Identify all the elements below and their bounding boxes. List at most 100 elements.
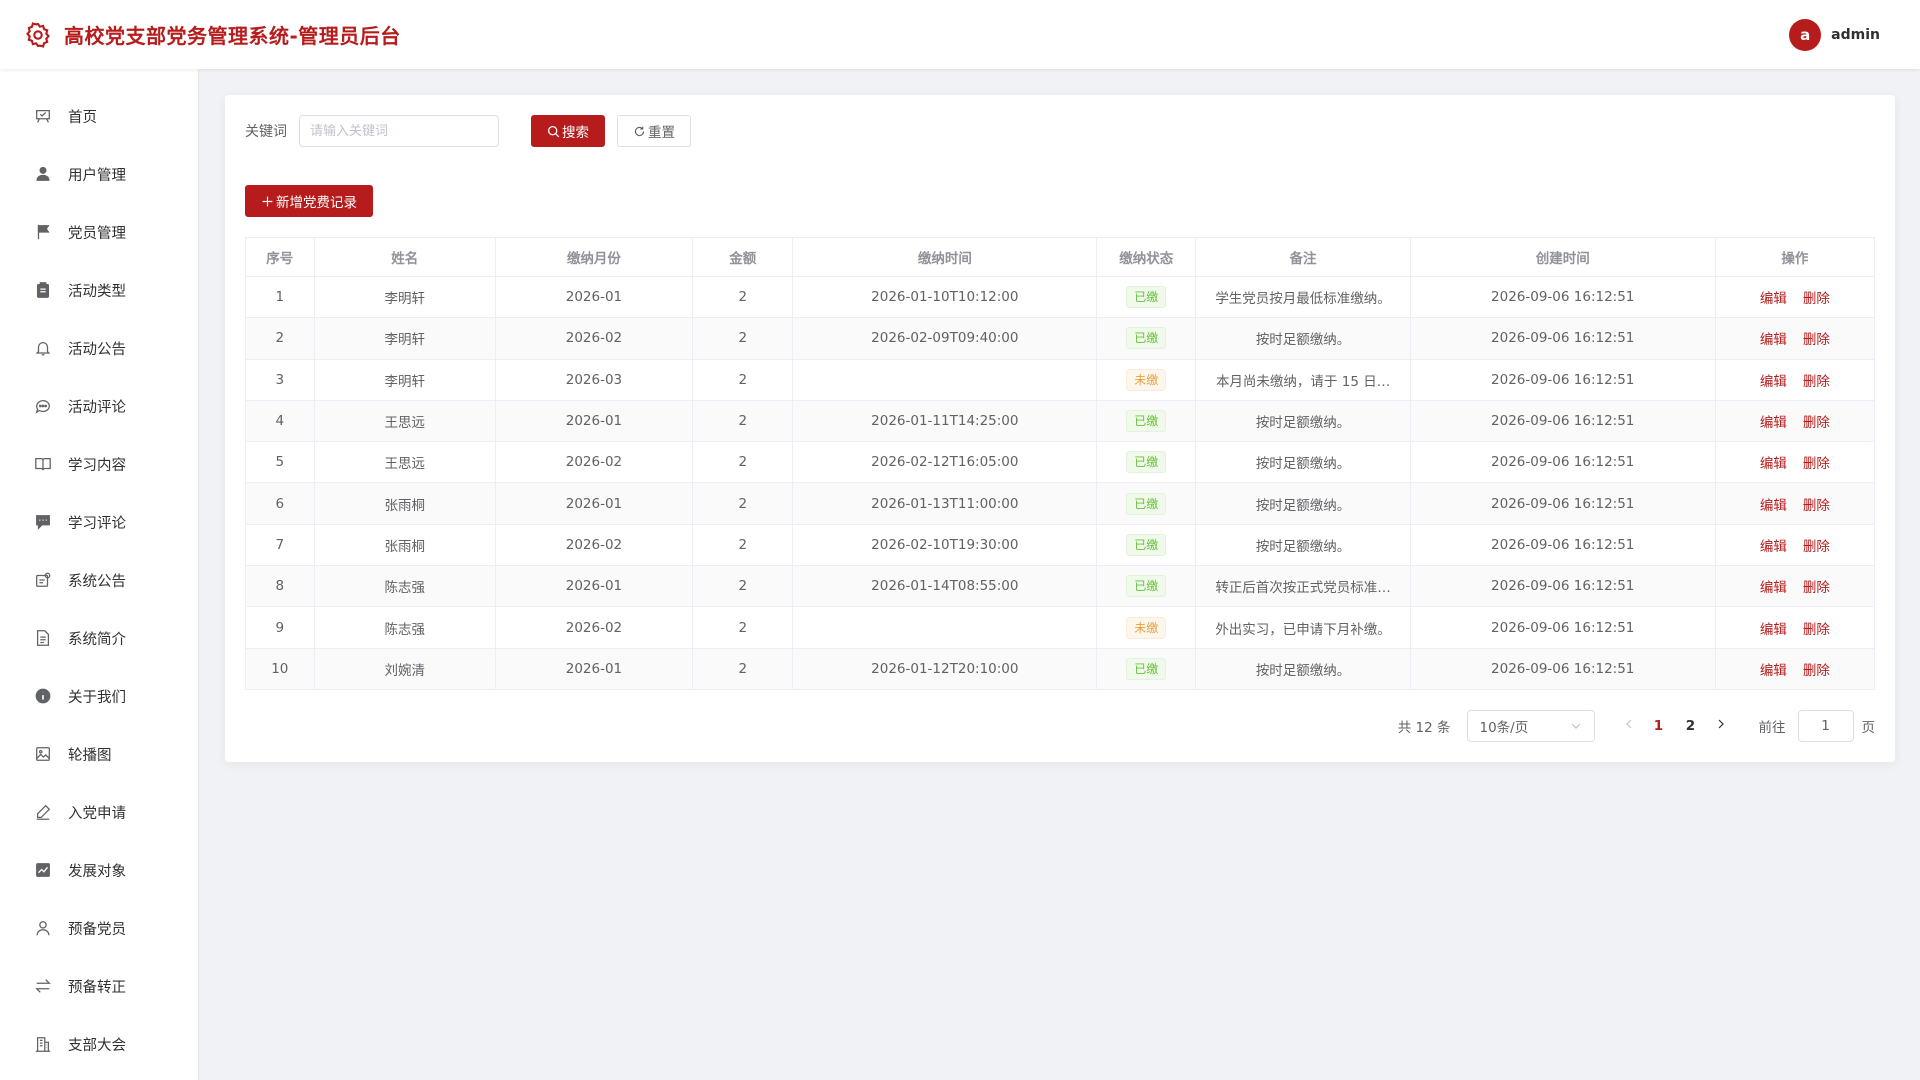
sidebar-item-label: 学习评论: [68, 515, 126, 532]
edit-button[interactable]: 编辑: [1760, 580, 1787, 596]
sidebar-item-15[interactable]: 预备党员: [0, 899, 198, 957]
sidebar-item-8[interactable]: 学习评论: [0, 493, 198, 551]
delete-button[interactable]: 删除: [1803, 291, 1830, 307]
picture-icon: [36, 747, 50, 761]
cell-actions: 编辑 删除: [1714, 441, 1876, 484]
page-size-value: 10条/页: [1479, 720, 1529, 736]
avatar[interactable]: a: [1789, 19, 1822, 51]
sidebar: 首页用户管理 党员管理活动类型活动公告活动评论学习内容学习评论系统公告 系统简介 关于…: [0, 69, 199, 1080]
edit-button[interactable]: 编辑: [1760, 539, 1787, 555]
sidebar-item-14[interactable]: 发展对象: [0, 841, 198, 899]
edit-button[interactable]: 编辑: [1760, 456, 1787, 472]
book-icon: [35, 457, 51, 471]
cell-no: 7: [245, 523, 315, 567]
sidebar-item-2[interactable]: 用户管理: [0, 145, 198, 203]
cell-name: 王思远: [313, 441, 496, 484]
add-dues-record-button[interactable]: 新增党费记录: [245, 185, 373, 217]
cell-status: 已缴: [1096, 441, 1197, 484]
page-number-2[interactable]: 2: [1675, 718, 1707, 734]
user-menu[interactable]: a admin: [1789, 19, 1880, 51]
cell-name: 李明轩: [313, 275, 496, 319]
add-button-label: 新增党费记录: [276, 195, 357, 211]
cell-name: 李明轩: [313, 317, 496, 360]
delete-button[interactable]: 删除: [1803, 622, 1830, 638]
table-row: 7 张雨桐 2026-02 2 2026-02-10T19:30:00 已缴 按时足额缴纳。…: [245, 523, 1876, 567]
page-number-1[interactable]: 1: [1643, 718, 1675, 734]
edit-button[interactable]: 编辑: [1760, 498, 1787, 514]
delete-button[interactable]: 删除: [1803, 539, 1830, 555]
main-card: 关键词 搜索 重置 新增党费记录 序号姓名缴纳月份金额缴纳时间缴纳状态备注创建时…: [225, 95, 1895, 762]
delete-button[interactable]: 删除: [1803, 415, 1830, 431]
edit-button[interactable]: 编辑: [1760, 622, 1787, 638]
cell-remark: 按时足额缴纳。: [1195, 441, 1411, 484]
notice-icon: [36, 572, 51, 587]
cell-status: 已缴: [1096, 565, 1197, 608]
prev-page-button[interactable]: [1615, 718, 1643, 734]
sidebar-item-label: 活动类型: [68, 283, 126, 300]
trend-icon: [36, 863, 50, 877]
column-header: 序号: [245, 237, 315, 277]
keyword-input[interactable]: [299, 115, 499, 147]
cell-created: 2026-09-06 16:12:51: [1409, 358, 1716, 401]
edit-button[interactable]: 编辑: [1760, 332, 1787, 348]
cell-remark: 外出实习，已申请下月补缴。: [1195, 606, 1411, 649]
sidebar-item-label: 活动评论: [68, 399, 126, 416]
sidebar-item-label: 首页: [68, 109, 97, 126]
sidebar-item-9[interactable]: 系统公告: [0, 551, 198, 609]
sidebar-item-7[interactable]: 学习内容: [0, 435, 198, 493]
status-badge: 未缴: [1126, 368, 1167, 391]
delete-button[interactable]: 删除: [1803, 663, 1830, 679]
status-badge: 已缴: [1126, 286, 1167, 309]
sidebar-item-label: 学习内容: [68, 457, 126, 474]
delete-button[interactable]: 删除: [1803, 580, 1830, 596]
cell-name: 陈志强: [313, 565, 496, 608]
sidebar-item-13[interactable]: 入党申请: [0, 783, 198, 841]
delete-button[interactable]: 删除: [1803, 456, 1830, 472]
cell-status: 未缴: [1096, 606, 1197, 649]
sidebar-item-10[interactable]: 系统简介: [0, 609, 198, 667]
delete-button[interactable]: 删除: [1803, 332, 1830, 348]
column-header: 缴纳状态: [1096, 237, 1197, 277]
home-icon: [36, 109, 50, 123]
search-button[interactable]: 搜索: [531, 115, 605, 147]
edit-button[interactable]: 编辑: [1760, 415, 1787, 431]
cell-amount: 2: [692, 482, 794, 525]
delete-button[interactable]: 删除: [1803, 374, 1830, 390]
cell-created: 2026-09-06 16:12:51: [1409, 317, 1716, 360]
cell-created: 2026-09-06 16:12:51: [1409, 565, 1716, 608]
page-suffix: 页: [1861, 720, 1876, 736]
keyword-label: 关键词: [245, 124, 287, 140]
cell-amount: 2: [692, 606, 794, 649]
sidebar-item-3[interactable]: 党员管理: [0, 203, 198, 261]
delete-button[interactable]: 删除: [1803, 498, 1830, 514]
sidebar-item-1[interactable]: 首页: [0, 87, 198, 145]
next-page-button[interactable]: [1707, 718, 1735, 734]
sidebar-item-12[interactable]: 轮播图: [0, 725, 198, 783]
goto-label: 前往: [1758, 720, 1786, 736]
edit-button[interactable]: 编辑: [1760, 374, 1787, 390]
sidebar-item-4[interactable]: 活动类型: [0, 261, 198, 319]
edit-button[interactable]: 编辑: [1760, 663, 1787, 679]
status-badge: 已缴: [1126, 492, 1167, 515]
table-row: 6 张雨桐 2026-01 2 2026-01-13T11:00:00 已缴 按时足额缴纳。…: [245, 482, 1876, 525]
chevron-right-icon: [1718, 719, 1724, 729]
sidebar-item-5[interactable]: 活动公告: [0, 319, 198, 377]
sidebar-item-16[interactable]: 预备转正: [0, 957, 198, 1015]
document-icon: [36, 630, 50, 646]
username[interactable]: admin: [1831, 27, 1880, 43]
bell-icon: [35, 341, 51, 356]
page-size-select[interactable]: 10条/页: [1466, 710, 1595, 742]
goto-page-input[interactable]: [1797, 710, 1854, 742]
sidebar-item-17[interactable]: 支部大会: [0, 1015, 198, 1073]
cell-amount: 2: [692, 358, 794, 401]
cell-created: 2026-09-06 16:12:51: [1409, 399, 1716, 443]
sidebar-item-11[interactable]: 关于我们: [0, 667, 198, 725]
status-badge: 已缴: [1126, 410, 1167, 433]
user-icon: [36, 166, 50, 181]
column-header: 创建时间: [1409, 237, 1716, 277]
cell-no: 2: [245, 317, 315, 360]
edit-button[interactable]: 编辑: [1760, 291, 1787, 307]
reset-button[interactable]: 重置: [617, 115, 691, 147]
status-badge: 已缴: [1126, 657, 1167, 680]
sidebar-item-6[interactable]: 活动评论: [0, 377, 198, 435]
